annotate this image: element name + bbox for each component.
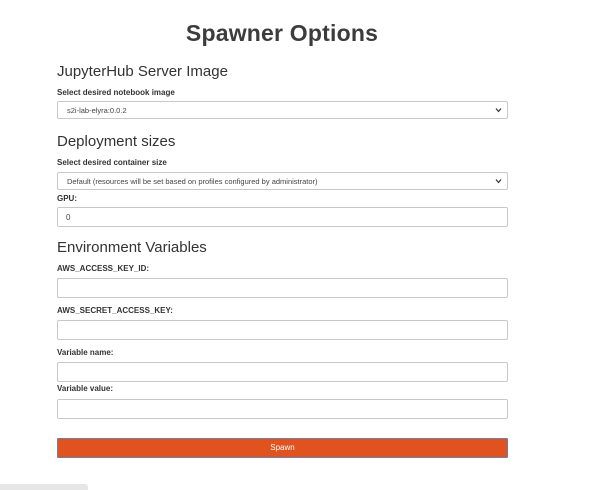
notebook-image-select[interactable]: s2i-lab-elyra:0.0.2 <box>57 101 508 119</box>
section-title-deployment-sizes: Deployment sizes <box>57 133 176 150</box>
section-title-server-image: JupyterHub Server Image <box>57 63 228 80</box>
variable-value-input[interactable] <box>57 399 508 419</box>
chevron-down-icon <box>495 108 502 113</box>
section-title-environment-variables: Environment Variables <box>57 239 207 256</box>
gpu-label: GPU: <box>57 194 77 203</box>
horizontal-scrollbar[interactable] <box>0 484 88 490</box>
aws-access-key-label: AWS_ACCESS_KEY_ID: <box>57 264 150 273</box>
aws-secret-key-input[interactable] <box>57 320 508 340</box>
notebook-image-label: Select desired notebook image <box>57 88 175 97</box>
gpu-input[interactable]: 0 <box>57 207 508 227</box>
page-title: Spawner Options <box>185 20 379 46</box>
container-size-label: Select desired container size <box>57 158 167 167</box>
aws-secret-key-label: AWS_SECRET_ACCESS_KEY: <box>57 306 173 315</box>
notebook-image-selected-value: s2i-lab-elyra:0.0.2 <box>67 106 127 115</box>
container-size-select[interactable]: Default (resources will be set based on … <box>57 172 508 190</box>
chevron-down-icon <box>495 179 502 184</box>
spawner-options-page: Spawner Options JupyterHub Server Image … <box>0 0 600 490</box>
variable-name-input[interactable] <box>57 362 508 382</box>
variable-name-label: Variable name: <box>57 348 114 357</box>
aws-access-key-input[interactable] <box>57 278 508 298</box>
spawn-button[interactable]: Spawn <box>57 438 508 458</box>
variable-value-label: Variable value: <box>57 384 114 393</box>
container-size-selected-value: Default (resources will be set based on … <box>67 177 318 186</box>
gpu-input-value: 0 <box>66 213 71 222</box>
